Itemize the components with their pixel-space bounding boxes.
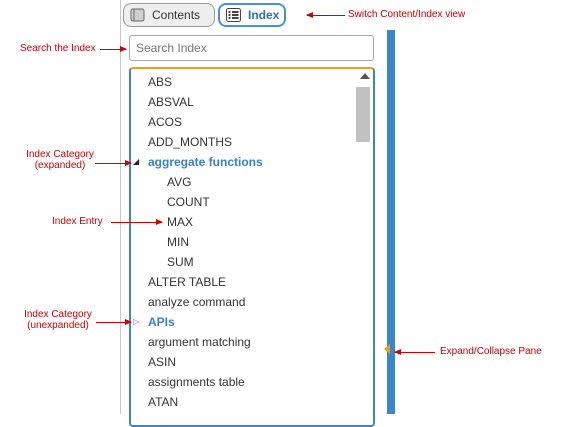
index-entry[interactable]: analyze command <box>131 292 359 312</box>
index-item-label: COUNT <box>167 195 210 209</box>
index-entry[interactable]: ACOS <box>131 112 359 132</box>
index-item-label: argument matching <box>148 335 251 349</box>
index-item-label: ALTER TABLE <box>148 275 227 289</box>
index-item-label: aggregate functions <box>148 155 263 169</box>
index-item-label: AVG <box>167 175 192 189</box>
expanded-triangle-icon[interactable]: ◢ <box>133 152 139 172</box>
index-entry[interactable]: ABS <box>131 72 359 92</box>
index-item-label: analyze command <box>148 295 246 309</box>
index-entry[interactable]: ADD_MONTHS <box>131 132 359 152</box>
pane-splitter[interactable] <box>387 30 395 414</box>
book-icon <box>130 8 145 22</box>
index-list-items: ABS ABSVAL ACOS ADD_MONTHS ◢ aggregate functi… <box>131 72 359 412</box>
index-item-label: ACOS <box>148 115 183 129</box>
annotation-switch-view: Switch Content/Index view <box>348 9 466 20</box>
list-icon <box>226 8 241 22</box>
index-item-label: ABSVAL <box>148 95 194 109</box>
annotation-category-unexpanded: Index Category (unexpanded) <box>24 309 92 331</box>
arrow-category-unexpanded <box>96 319 132 325</box>
index-entry[interactable]: argument matching <box>131 332 359 352</box>
index-item-label: MAX <box>167 215 194 229</box>
tab-contents[interactable]: Contents <box>123 3 215 27</box>
index-list[interactable]: ABS ABSVAL ACOS ADD_MONTHS ◢ aggregate functi… <box>129 67 375 427</box>
index-entry[interactable]: ASIN <box>131 352 359 372</box>
index-item-label: MIN <box>167 235 189 249</box>
pane-left-border <box>120 0 121 414</box>
index-entry[interactable]: ABSVAL <box>131 92 359 112</box>
index-item-label: ASIN <box>148 355 177 369</box>
index-category[interactable]: ▷ APIs <box>131 312 359 332</box>
index-item-label: SUM <box>167 255 194 269</box>
index-category[interactable]: ◢ aggregate functions <box>131 152 359 172</box>
scrollbar-thumb[interactable] <box>356 87 370 142</box>
annotation-expand-collapse: Expand/Collapse Pane <box>440 346 542 357</box>
index-entry[interactable]: MAX <box>131 212 359 232</box>
index-entry[interactable]: AVG <box>131 172 359 192</box>
search-input[interactable] <box>129 35 374 61</box>
index-item-label: ADD_MONTHS <box>148 135 233 149</box>
collapsed-triangle-icon[interactable]: ▷ <box>133 312 139 332</box>
index-entry[interactable]: COUNT <box>131 192 359 212</box>
index-entry[interactable]: MIN <box>131 232 359 252</box>
index-item-label: ATAN <box>148 395 179 409</box>
index-entry[interactable]: ATAN <box>131 392 359 412</box>
annotation-search-index: Search the Index <box>20 43 96 54</box>
index-item-label: assignments table <box>148 375 245 389</box>
index-item-label: ABS <box>148 75 173 89</box>
index-entry[interactable]: SUM <box>131 252 359 272</box>
tab-contents-label: Contents <box>152 8 201 22</box>
arrow-category-expanded <box>95 160 132 166</box>
arrow-expand-collapse <box>394 349 435 355</box>
expand-collapse-icon[interactable] <box>384 344 390 354</box>
arrow-search-index <box>100 46 127 52</box>
annotation-index-entry: Index Entry <box>52 216 103 227</box>
arrow-switch-view <box>306 12 345 18</box>
index-entry[interactable]: assignments table <box>131 372 359 392</box>
index-item-label: APIs <box>148 315 175 329</box>
tab-index[interactable]: Index <box>218 3 286 27</box>
scroll-up-icon[interactable] <box>360 73 370 79</box>
tab-index-label: Index <box>248 8 280 22</box>
index-entry[interactable]: ALTER TABLE <box>131 272 359 292</box>
annotation-category-expanded: Index Category (expanded) <box>26 149 94 171</box>
arrow-index-entry <box>111 219 163 225</box>
